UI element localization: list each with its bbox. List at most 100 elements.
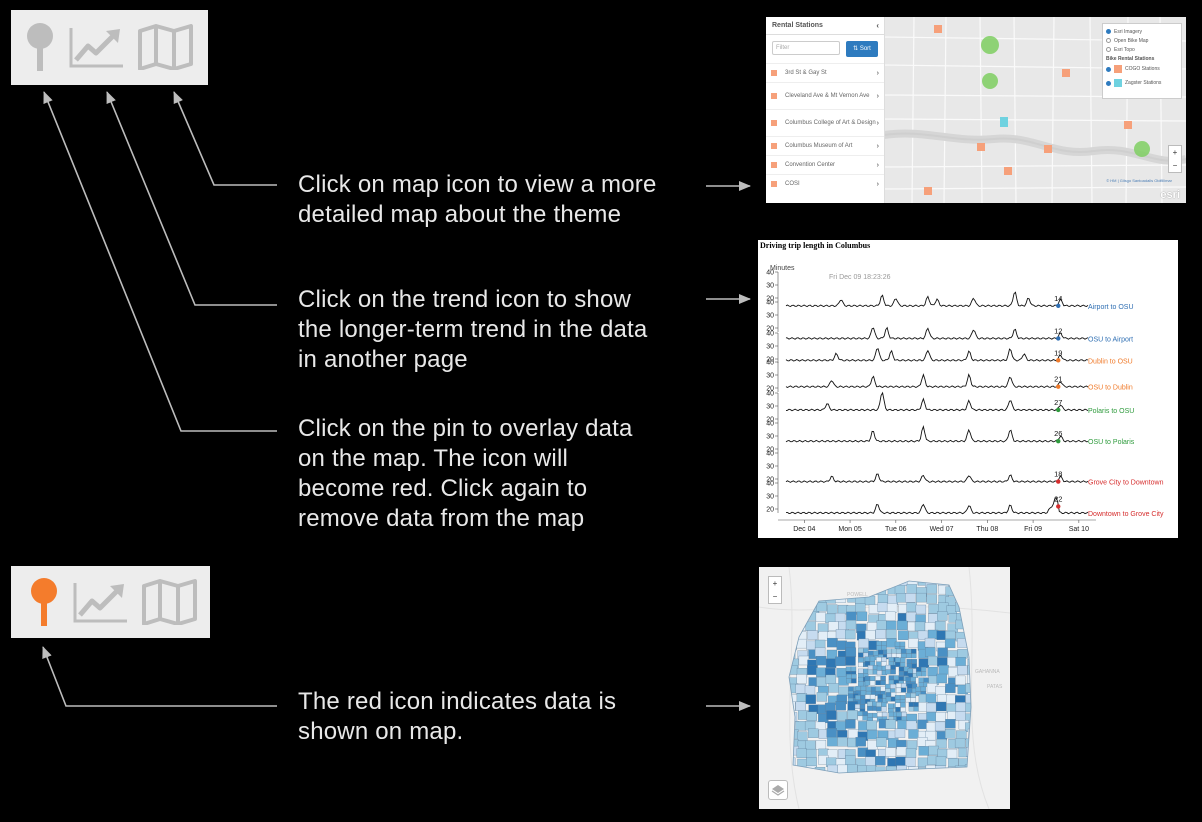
census-tract[interactable]	[928, 604, 939, 614]
current-value-point[interactable]	[1056, 439, 1061, 444]
census-tract[interactable]	[869, 680, 876, 686]
layer-option[interactable]: Esri Topo	[1106, 45, 1178, 54]
census-tract[interactable]	[924, 637, 936, 648]
census-tract[interactable]	[863, 648, 869, 654]
census-tract[interactable]	[895, 756, 906, 766]
census-tract[interactable]	[876, 737, 887, 747]
station-list-item[interactable]: 3rd St & Gay St ›	[766, 63, 884, 82]
census-tract[interactable]	[916, 592, 927, 603]
census-tract[interactable]	[888, 675, 895, 681]
census-tract[interactable]	[865, 756, 876, 766]
census-tract[interactable]	[869, 694, 876, 700]
census-tract[interactable]	[851, 678, 857, 684]
current-value-point[interactable]	[1056, 407, 1061, 413]
census-tract[interactable]	[925, 647, 936, 657]
current-value-point[interactable]	[1056, 303, 1061, 308]
census-tract[interactable]	[868, 604, 880, 614]
census-tract[interactable]	[916, 671, 922, 677]
census-tract[interactable]	[854, 704, 861, 709]
census-tract[interactable]	[905, 757, 916, 767]
census-tract[interactable]	[858, 681, 864, 687]
census-tract[interactable]	[926, 722, 937, 732]
census-tract[interactable]	[905, 692, 911, 698]
census-tract[interactable]	[936, 630, 947, 640]
census-tract[interactable]	[876, 645, 882, 651]
census-tract[interactable]	[945, 630, 956, 641]
census-tract[interactable]	[906, 584, 917, 594]
census-tract[interactable]	[851, 673, 857, 679]
census-tract[interactable]	[925, 693, 937, 703]
census-tract[interactable]	[805, 694, 816, 704]
layers-icon[interactable]	[768, 780, 788, 800]
census-tract[interactable]	[867, 729, 878, 740]
census-tract[interactable]	[910, 692, 916, 698]
census-tract[interactable]	[906, 688, 913, 693]
census-tract[interactable]	[865, 630, 876, 640]
census-tract[interactable]	[857, 711, 863, 717]
census-tract[interactable]	[900, 687, 907, 693]
census-tract[interactable]	[881, 645, 887, 651]
census-tract[interactable]	[860, 695, 866, 700]
census-tract[interactable]	[867, 740, 878, 750]
census-tract[interactable]	[895, 662, 901, 667]
census-tract[interactable]	[858, 648, 864, 654]
census-tract[interactable]	[855, 685, 862, 691]
zoom-in-button[interactable]: +	[769, 577, 781, 590]
census-tract[interactable]	[869, 676, 876, 681]
census-tract[interactable]	[886, 620, 897, 631]
census-tract[interactable]	[845, 666, 852, 672]
current-value-point[interactable]	[1056, 504, 1061, 509]
census-tract[interactable]	[914, 621, 926, 632]
census-tract[interactable]	[876, 657, 882, 662]
census-tract[interactable]	[845, 647, 857, 657]
census-tract[interactable]	[945, 729, 956, 739]
census-tract[interactable]	[836, 668, 847, 678]
census-tract[interactable]	[900, 653, 907, 659]
census-tract[interactable]	[867, 705, 873, 711]
census-tract[interactable]	[875, 629, 886, 639]
census-tract[interactable]	[910, 676, 916, 682]
census-tract[interactable]	[850, 666, 857, 672]
census-tract[interactable]	[795, 721, 806, 731]
census-tract[interactable]	[867, 701, 873, 707]
census-tract[interactable]	[935, 712, 946, 722]
census-tract[interactable]	[881, 657, 887, 662]
census-tract[interactable]	[906, 720, 917, 731]
census-tract[interactable]	[911, 659, 917, 664]
census-tract[interactable]	[866, 720, 877, 730]
census-tract[interactable]	[876, 620, 888, 630]
census-tract[interactable]	[946, 748, 958, 759]
census-tract[interactable]	[827, 637, 838, 648]
census-tract[interactable]	[895, 657, 901, 663]
census-tract[interactable]	[900, 702, 906, 708]
census-tract[interactable]	[921, 666, 927, 672]
census-tract[interactable]	[827, 736, 838, 747]
census-tract[interactable]	[895, 648, 902, 654]
census-tract[interactable]	[937, 611, 948, 621]
census-tract[interactable]	[845, 755, 856, 765]
census-tract[interactable]	[885, 692, 892, 698]
census-tract[interactable]	[869, 661, 876, 666]
census-tract[interactable]	[877, 694, 883, 699]
census-tract[interactable]	[858, 662, 864, 668]
census-tract[interactable]	[886, 603, 898, 613]
census-tract[interactable]	[881, 706, 887, 712]
census-tract[interactable]	[834, 612, 846, 623]
current-value-point[interactable]	[1056, 479, 1061, 484]
census-tract[interactable]	[816, 692, 828, 702]
census-tract[interactable]	[877, 594, 889, 604]
census-tract[interactable]	[858, 668, 864, 674]
census-tract[interactable]	[906, 740, 918, 750]
census-tract[interactable]	[900, 648, 907, 654]
census-tract[interactable]	[846, 611, 857, 622]
census-tract[interactable]	[938, 665, 949, 675]
census-tract[interactable]	[857, 715, 863, 721]
current-value-point[interactable]	[1056, 358, 1061, 363]
census-tract[interactable]	[899, 695, 906, 700]
census-tract[interactable]	[900, 707, 906, 712]
current-value-point[interactable]	[1056, 336, 1061, 341]
station-list-item[interactable]: COSI ›	[766, 174, 884, 193]
census-tract[interactable]	[858, 657, 864, 663]
census-tract[interactable]	[845, 629, 856, 640]
census-tract[interactable]	[873, 650, 879, 656]
